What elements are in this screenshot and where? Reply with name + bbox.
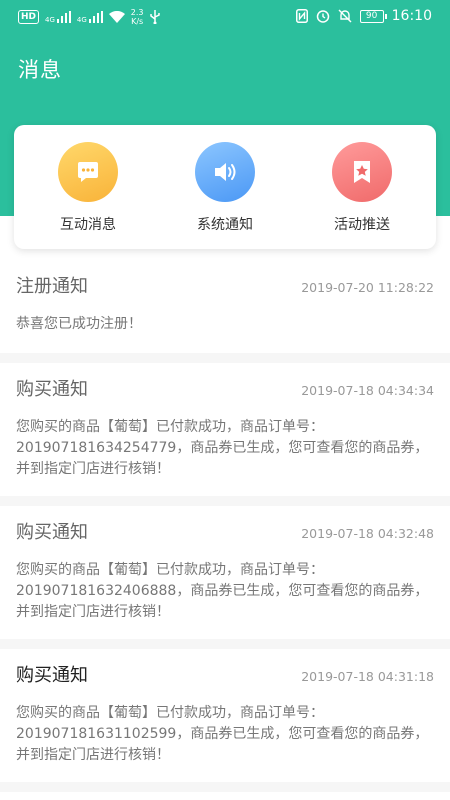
message-title: 购买通知 (16, 522, 88, 543)
message-body: 您购买的商品【葡萄】已付款成功，商品订单号：201907181634254779… (16, 419, 429, 477)
message-header: 购买通知 2019-07-18 04:32:48 (16, 518, 434, 548)
wifi-icon (108, 11, 125, 23)
alarm-icon (316, 10, 329, 23)
message-item[interactable]: 购买通知 2019-07-18 04:32:48 您购买的商品【葡萄】已付款成功… (0, 506, 450, 649)
category-system[interactable]: 系统通知 (165, 125, 285, 249)
hd-badge: HD (18, 10, 40, 24)
message-body: 恭喜您已成功注册！ (16, 316, 142, 332)
network-type-label-secondary: 4G (76, 16, 87, 24)
speed-value: 2.3 (130, 8, 144, 17)
category-label: 系统通知 (197, 217, 253, 233)
message-title: 购买通知 (16, 665, 88, 686)
signal-icon: 4G (45, 10, 71, 24)
message-header: 注册通知 2019-07-20 11:28:22 (16, 272, 434, 302)
battery-icon: 90 (359, 9, 387, 23)
mute-icon (338, 9, 352, 23)
speed-unit: K/s (131, 17, 144, 26)
message-time: 2019-07-18 04:32:48 (301, 526, 434, 541)
category-interaction[interactable]: 互动消息 (28, 125, 148, 249)
message-time: 2019-07-18 04:31:18 (301, 669, 434, 684)
status-right: 90 16:10 (295, 8, 432, 24)
nfc-icon (295, 9, 308, 23)
speaker-icon (195, 142, 255, 202)
message-time: 2019-07-18 04:34:34 (301, 383, 434, 398)
category-label: 活动推送 (334, 217, 390, 233)
message-item[interactable]: 购买通知 2019-07-18 04:31:18 您购买的商品【葡萄】已付款成功… (0, 649, 450, 792)
message-item[interactable]: 购买通知 2019-07-18 04:34:34 您购买的商品【葡萄】已付款成功… (0, 363, 450, 506)
message-time: 2019-07-20 11:28:22 (301, 280, 434, 295)
signal-icon-secondary: 4G (77, 10, 103, 24)
chat-bubble-icon (58, 142, 118, 202)
message-body: 您购买的商品【葡萄】已付款成功，商品订单号：201907181632406888… (16, 562, 429, 620)
status-bar: HD 4G 4G 2.3 K/s 90 16:10 (0, 0, 450, 34)
message-item[interactable]: 注册通知 2019-07-20 11:28:22 恭喜您已成功注册！ (0, 260, 450, 363)
category-activity[interactable]: 活动推送 (302, 125, 422, 249)
network-type-label: 4G (45, 16, 55, 24)
clock: 16:10 (391, 8, 432, 24)
page-title: 消息 (18, 58, 62, 82)
message-title: 注册通知 (16, 276, 88, 297)
message-title: 购买通知 (16, 379, 88, 400)
usb-icon (149, 10, 160, 24)
category-card: 互动消息 系统通知 活动推送 (14, 125, 436, 249)
status-left: HD 4G 4G 2.3 K/s (18, 8, 160, 26)
message-header: 购买通知 2019-07-18 04:34:34 (16, 375, 434, 405)
network-speed: 2.3 K/s (131, 8, 144, 26)
message-header: 购买通知 2019-07-18 04:31:18 (16, 661, 434, 691)
category-label: 互动消息 (60, 217, 116, 233)
message-list: 注册通知 2019-07-20 11:28:22 恭喜您已成功注册！ 购买通知 … (0, 260, 450, 792)
star-bookmark-icon (332, 142, 392, 202)
message-body: 您购买的商品【葡萄】已付款成功，商品订单号：201907181631102599… (16, 705, 429, 763)
